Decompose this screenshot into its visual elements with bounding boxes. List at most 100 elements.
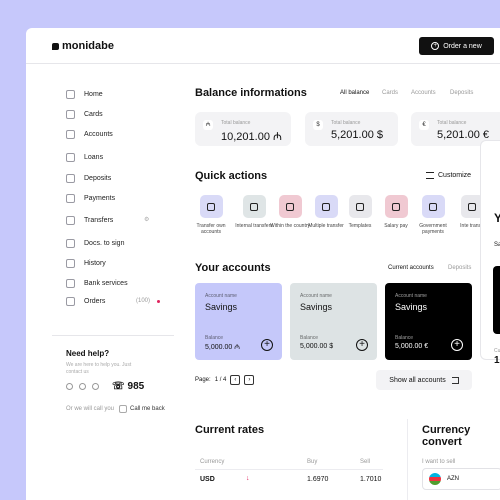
orders-count: (100) — [136, 298, 151, 304]
sidebar-item-label: Loans — [84, 154, 104, 161]
quick-action-icon — [421, 195, 445, 218]
currency-code: AZN — [447, 476, 459, 482]
balance-card[interactable]: ₼ Total balance 10,201.00 ₼ — [195, 112, 291, 146]
sidebar-item-label: Docs. to sign — [84, 240, 125, 247]
arrow-down-icon: ↓ — [246, 475, 250, 482]
whatsapp-icon[interactable] — [79, 383, 86, 390]
account-name-label: Account name — [300, 293, 332, 299]
quick-action-label: Transfer own accounts — [196, 223, 226, 235]
tab-deposits-accounts[interactable]: Deposits — [448, 265, 471, 271]
rates-title: Current rates — [195, 424, 265, 436]
quick-action[interactable]: Government payments — [411, 195, 455, 235]
phone-number[interactable]: ☏ 985 — [112, 381, 144, 392]
sidebar-item-deposits[interactable]: Deposits — [66, 174, 111, 183]
exit-arrow-icon — [451, 376, 459, 384]
plus-icon: + — [431, 42, 440, 50]
balance-label: Total balance — [221, 120, 251, 126]
sidebar-item-cards[interactable]: Cards — [66, 110, 103, 119]
sidebar-item-label: Transfers — [84, 217, 114, 224]
telegram-icon[interactable] — [66, 383, 73, 390]
sidebar-item-label: History — [84, 260, 106, 267]
show-all-label: Show all accounts — [389, 376, 446, 384]
panel-value: 1 — [494, 355, 500, 366]
sidebar-item-label: Cards — [84, 111, 103, 118]
sidebar-item-transfers[interactable]: Transfers — [66, 216, 113, 225]
balance-label: Total balance — [331, 120, 361, 126]
balance-title: Balance informations — [195, 87, 307, 99]
sidebar-item-accounts[interactable]: Accounts — [66, 130, 113, 139]
sidebar-item-label: Deposits — [84, 175, 112, 182]
sidebar-item-label: Accounts — [84, 131, 113, 138]
manat-icon: ₼ — [203, 120, 213, 130]
logo-icon — [52, 42, 59, 50]
sidebar-item-docs[interactable]: Docs. to sign — [66, 239, 124, 248]
chat-icon[interactable] — [92, 383, 99, 390]
rate-currency: USD — [200, 476, 215, 483]
show-all-accounts-button[interactable]: Show all accounts — [376, 370, 472, 390]
sidebar-item-bank-services[interactable]: Bank services — [66, 279, 128, 288]
phone-number-text: 985 — [127, 381, 145, 392]
sidebar-divider — [52, 335, 174, 336]
notification-dot — [157, 300, 160, 303]
quick-action[interactable]: Transfer own accounts — [189, 195, 233, 235]
currency-select[interactable]: AZN — [422, 468, 500, 490]
sidebar-item-home[interactable]: Home — [66, 90, 103, 99]
account-name-label: Account name — [395, 293, 427, 299]
tab-current-accounts[interactable]: Current accounts — [388, 265, 434, 271]
order-new-button[interactable]: + Order a new — [419, 37, 494, 55]
account-balance-label: Balance — [205, 335, 224, 341]
tab-cards[interactable]: Cards — [382, 90, 398, 96]
tab-deposits[interactable]: Deposits — [450, 90, 473, 96]
account-card[interactable]: Account name Savings Balance 5,000.00 ₼ + — [195, 283, 282, 360]
customize-button[interactable]: Customize — [426, 172, 471, 179]
rates-header-currency: Currency — [200, 459, 225, 465]
sidebar-item-orders[interactable]: Orders — [66, 297, 105, 306]
tab-accounts[interactable]: Accounts — [411, 90, 436, 96]
order-new-label: Order a new — [443, 42, 482, 50]
account-card[interactable]: Account name Savings Balance 5,000.00 € + — [385, 283, 472, 360]
callback-prefix: Or we will call you — [66, 406, 115, 412]
account-card[interactable]: Account name Savings Balance 5,000.00 $ + — [290, 283, 377, 360]
app-window: monidabe + Order a new Home Cards Accoun… — [26, 28, 500, 500]
account-name: Savings — [395, 302, 428, 312]
balance-label: Total balance — [437, 120, 467, 126]
home-icon — [66, 90, 75, 99]
brand-name: monidabe — [62, 40, 114, 52]
account-name-label: Account name — [205, 293, 237, 299]
panel-card[interactable] — [493, 266, 500, 334]
sidebar-item-loans[interactable]: Loans — [66, 153, 103, 162]
brand-logo[interactable]: monidabe — [52, 40, 114, 52]
call-me-back-label: Call me back — [130, 406, 165, 412]
converter-title: Currency convert — [422, 424, 471, 448]
page-indicator: 1 / 4 — [214, 377, 227, 383]
pagination: Page: 1 / 4 ‹ › — [195, 375, 255, 385]
call-me-back-button[interactable]: Call me back — [119, 405, 165, 413]
tab-all-balance[interactable]: All balance — [340, 90, 369, 96]
quick-actions-title: Quick actions — [195, 170, 268, 182]
panel-heading: Y — [494, 211, 500, 225]
panel-subtitle: Sa — [494, 242, 500, 248]
transfer-settings-icon[interactable]: ⚙ — [144, 216, 149, 223]
account-name: Savings — [205, 302, 238, 312]
account-balance-label: Balance — [300, 335, 319, 341]
add-icon[interactable]: + — [451, 339, 463, 351]
account-balance: 5,000.00 € — [395, 343, 429, 350]
prev-page-button[interactable]: ‹ — [230, 375, 241, 385]
quick-action-icon — [242, 195, 266, 218]
quick-action-label: Government payments — [419, 223, 447, 235]
add-icon[interactable]: + — [356, 339, 368, 351]
account-name: Savings — [300, 302, 333, 312]
top-bar: monidabe + Order a new — [26, 28, 500, 64]
sidebar-item-payments[interactable]: Payments — [66, 194, 115, 203]
contact-icons — [66, 383, 99, 390]
sidebar-item-history[interactable]: History — [66, 259, 106, 268]
azerbaijan-flag-icon — [429, 473, 441, 485]
next-page-button[interactable]: › — [244, 375, 255, 385]
side-panel: Y Sa Cu 1 — [480, 140, 500, 366]
transfer-icon — [66, 216, 75, 225]
balance-value: 10,201.00 ₼ — [221, 131, 282, 143]
section-divider — [407, 419, 408, 500]
balance-card[interactable]: $ Total balance 5,201.00 $ — [305, 112, 398, 146]
add-icon[interactable]: + — [261, 339, 273, 351]
euro-icon: € — [419, 120, 429, 130]
